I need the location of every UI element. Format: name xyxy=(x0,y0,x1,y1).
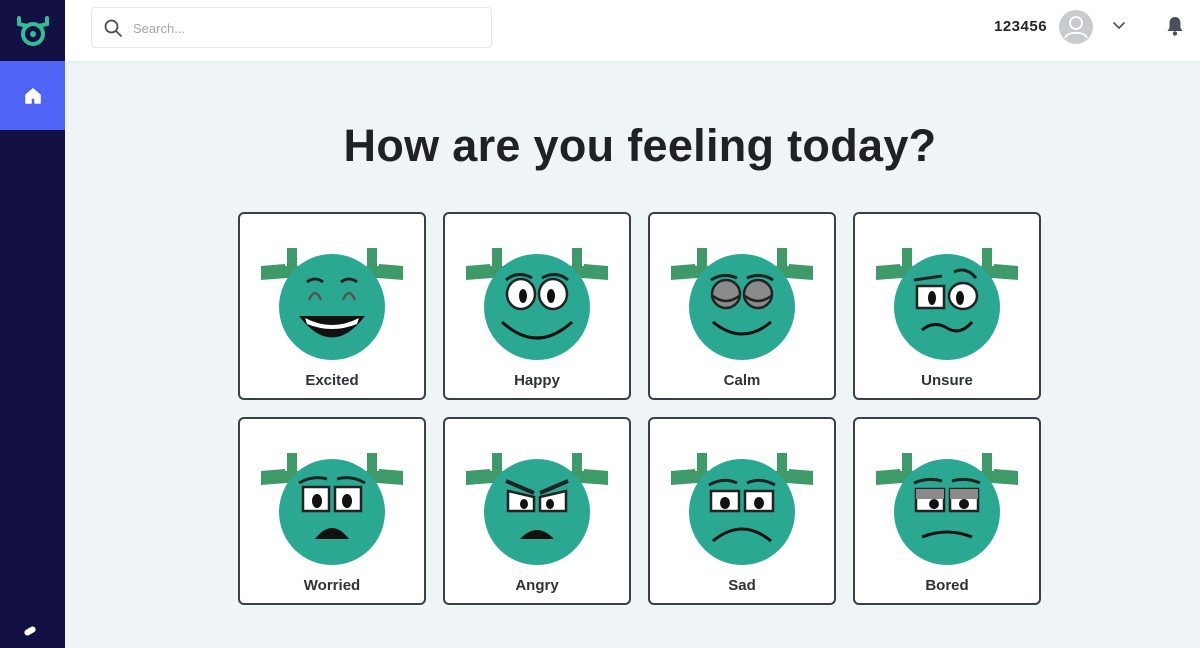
mood-card-calm[interactable]: Calm xyxy=(648,212,836,400)
logo-icon xyxy=(16,15,49,46)
bell-icon[interactable] xyxy=(1166,15,1184,37)
worried-face-icon xyxy=(261,453,403,565)
mood-card-angry[interactable]: Angry xyxy=(443,417,631,605)
user-avatar-icon xyxy=(1064,16,1088,39)
excited-face-icon xyxy=(261,248,403,360)
mood-card-excited[interactable]: Excited xyxy=(238,212,426,400)
mood-label: Angry xyxy=(515,577,559,594)
mood-label: Happy xyxy=(514,372,560,389)
chevron-down-icon[interactable] xyxy=(1111,18,1127,34)
mood-label: Excited xyxy=(305,372,359,389)
mood-label: Calm xyxy=(723,372,761,389)
home-icon xyxy=(24,87,41,104)
calm-face-icon xyxy=(671,248,813,360)
angry-face-icon xyxy=(466,453,608,565)
search-box xyxy=(91,7,492,48)
bored-face-icon xyxy=(876,453,1018,565)
sidebar xyxy=(0,0,65,648)
sidebar-item-home[interactable] xyxy=(0,61,65,130)
mood-card-unsure[interactable]: Unsure xyxy=(853,212,1041,400)
mood-label: Unsure xyxy=(921,372,973,389)
mood-card-bored[interactable]: Bored xyxy=(853,417,1041,605)
search-input[interactable] xyxy=(133,16,473,40)
mood-card-happy[interactable]: Happy xyxy=(443,212,631,400)
top-bar: 123456 xyxy=(65,0,1200,61)
page-title: How are you feeling today? xyxy=(343,120,937,171)
app-logo[interactable] xyxy=(0,0,65,61)
avatar[interactable] xyxy=(1059,10,1093,44)
unsure-face-icon xyxy=(876,248,1018,360)
mood-card-worried[interactable]: Worried xyxy=(238,417,426,605)
happy-face-icon xyxy=(466,248,608,360)
mood-label: Bored xyxy=(925,577,969,594)
pill-icon xyxy=(24,626,36,636)
sidebar-bottom-button[interactable] xyxy=(20,622,40,640)
search-icon xyxy=(104,19,122,37)
mood-card-sad[interactable]: Sad xyxy=(648,417,836,605)
mood-label: Worried xyxy=(303,577,361,594)
user-id: 123456 xyxy=(994,18,1048,35)
mood-label: Sad xyxy=(728,577,756,594)
sad-face-icon xyxy=(671,453,813,565)
